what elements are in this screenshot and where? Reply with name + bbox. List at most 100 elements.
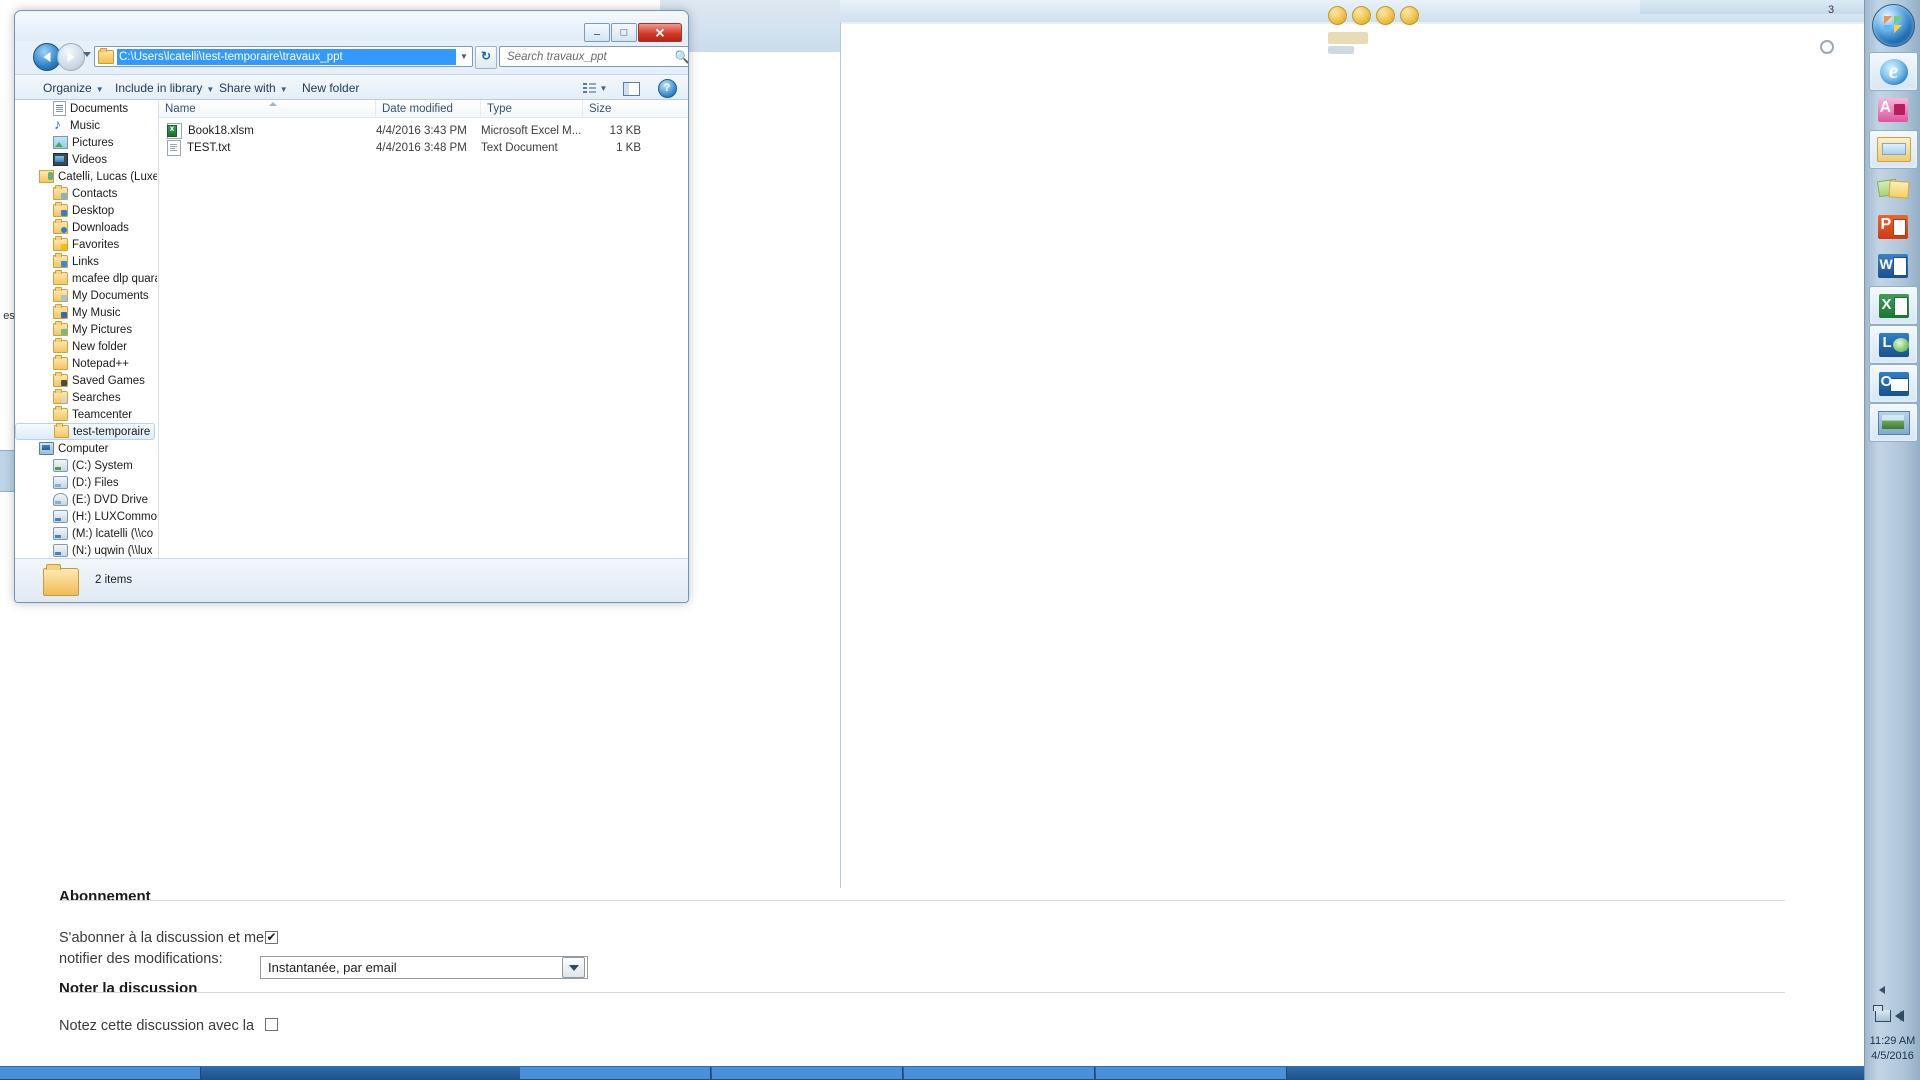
browser-tab-strip[interactable] bbox=[1640, 0, 1900, 14]
nav-tree-item[interactable]: Pictures bbox=[15, 134, 157, 151]
taskbar-button-outlook[interactable] bbox=[1869, 364, 1918, 403]
nav-tree-item[interactable]: Music bbox=[15, 116, 157, 134]
nav-tree-item[interactable]: My Music bbox=[15, 304, 157, 321]
windows-taskbar[interactable]: 11:29 AM 4/5/2016 bbox=[1864, 0, 1920, 1080]
my-music-folder-icon bbox=[53, 304, 68, 319]
computer-icon bbox=[39, 442, 54, 455]
nav-tree-item[interactable]: (D:) Files bbox=[15, 474, 157, 491]
gear-icon[interactable] bbox=[1820, 40, 1834, 54]
nav-tree-item[interactable]: Computer bbox=[15, 440, 157, 457]
nav-tree-item[interactable]: New folder bbox=[15, 338, 157, 355]
include-in-library-button[interactable]: Include in library ▼ bbox=[109, 79, 220, 97]
nav-tree-item[interactable]: My Documents bbox=[15, 287, 157, 304]
nav-tree-item[interactable]: My Pictures bbox=[15, 321, 157, 338]
excel-icon bbox=[1878, 293, 1909, 318]
file-name-cell: TEST.txt bbox=[167, 139, 230, 157]
item-count-label: 2 items bbox=[95, 574, 133, 586]
nav-tree-item[interactable]: Desktop bbox=[15, 202, 157, 219]
nav-tree-item[interactable]: (N:) uqwin (\\lux bbox=[15, 542, 157, 558]
column-header-type[interactable]: Type bbox=[481, 100, 583, 118]
search-icon: 🔍 bbox=[674, 49, 689, 64]
address-chevron-down-icon[interactable]: ▼ bbox=[456, 52, 472, 61]
explorer-title-bar[interactable]: – □ ✕ bbox=[15, 11, 688, 42]
photo-viewer-icon bbox=[1877, 410, 1910, 435]
taskbar-button-powerpoint[interactable] bbox=[1869, 208, 1916, 245]
notification-frequency-select[interactable]: Instantanée, par email bbox=[260, 956, 588, 979]
network-icon[interactable] bbox=[1873, 1005, 1891, 1022]
share-with-button[interactable]: Share with ▼ bbox=[213, 79, 294, 97]
close-button[interactable]: ✕ bbox=[638, 23, 682, 42]
clock[interactable]: 11:29 AM 4/5/2016 bbox=[1865, 1034, 1920, 1064]
chevron-down-icon: ▼ bbox=[95, 85, 104, 94]
nav-tree-item[interactable]: (M:) lcatelli (\\co bbox=[15, 525, 157, 542]
show-hidden-icons-button[interactable] bbox=[1879, 986, 1885, 994]
help-button[interactable]: ? bbox=[652, 78, 682, 99]
nav-tree-item[interactable]: Videos bbox=[15, 151, 157, 168]
nav-tree-item-label: Links bbox=[72, 255, 99, 268]
pictures-icon bbox=[53, 136, 68, 149]
nav-tree-item[interactable]: (H:) LUXCommon bbox=[15, 508, 157, 525]
nav-tree-item[interactable]: Catelli, Lucas (Luxe bbox=[15, 168, 157, 185]
nav-tree-item-label: (N:) uqwin (\\lux bbox=[72, 544, 153, 557]
browser-page-content bbox=[845, 24, 1900, 880]
forward-button[interactable] bbox=[57, 43, 85, 71]
file-name-cell: Book18.xlsm bbox=[167, 122, 254, 140]
music-icon bbox=[53, 116, 66, 132]
preview-pane-button[interactable] bbox=[616, 78, 646, 99]
organize-button[interactable]: Organize ▼ bbox=[37, 79, 110, 97]
taskbar-button-photo-viewer[interactable] bbox=[1869, 403, 1918, 442]
nav-tree-item[interactable]: Downloads bbox=[15, 219, 157, 236]
nav-tree-item[interactable]: Documents bbox=[15, 100, 157, 117]
file-name-label: Book18.xlsm bbox=[188, 125, 254, 137]
taskbar-button-word[interactable] bbox=[1869, 247, 1916, 284]
nav-tree-item[interactable]: Saved Games bbox=[15, 372, 157, 389]
address-bar[interactable]: C:\Users\lcatelli\test-temporaire\travau… bbox=[94, 46, 473, 67]
folder-icon bbox=[53, 338, 68, 353]
nav-tree-item[interactable]: mcafee dlp quara bbox=[15, 270, 157, 287]
taskbar-button-windows-explorer[interactable] bbox=[1869, 130, 1918, 169]
table-row[interactable]: Book18.xlsm 4/4/2016 3:43 PM Microsoft Exc… bbox=[159, 122, 688, 140]
start-button[interactable] bbox=[1872, 4, 1915, 47]
maximize-button[interactable]: □ bbox=[611, 23, 637, 42]
nav-tree-item-label: mcafee dlp quara bbox=[72, 272, 157, 285]
nav-tree-item[interactable]: (C:) System bbox=[15, 457, 157, 474]
taskbar-button-internet-explorer[interactable] bbox=[1869, 52, 1918, 91]
change-view-button[interactable]: ▼ bbox=[580, 78, 610, 99]
table-row[interactable]: TEST.txt 4/4/2016 3:48 PM Text Document 1 K… bbox=[159, 139, 688, 157]
nav-tree-item[interactable]: Teamcenter bbox=[15, 406, 157, 423]
divider bbox=[59, 992, 1785, 993]
new-folder-button[interactable]: New folder bbox=[296, 79, 365, 97]
nav-tree-item[interactable]: Searches bbox=[15, 389, 157, 406]
windows-explorer-window[interactable]: – □ ✕ C:\Users\lcatelli\test-temporaire\… bbox=[14, 10, 689, 603]
refresh-button[interactable]: ↻ bbox=[475, 46, 497, 69]
rate-checkbox[interactable] bbox=[265, 1018, 278, 1031]
search-input[interactable]: Search travaux_ppt bbox=[500, 51, 671, 63]
nav-tree-item-label: (C:) System bbox=[72, 459, 133, 472]
bottom-taskbar-strip[interactable] bbox=[0, 1066, 1865, 1080]
column-header-size[interactable]: Size bbox=[583, 100, 655, 118]
nav-tree-item-label: Catelli, Lucas (Luxe bbox=[58, 170, 157, 183]
column-header-name[interactable]: Name bbox=[159, 100, 376, 118]
taskbar-button-sticky-notes[interactable] bbox=[1869, 169, 1916, 206]
nav-tree-item[interactable]: test-temporaire bbox=[15, 423, 155, 440]
search-box[interactable]: Search travaux_ppt 🔍 bbox=[499, 46, 689, 67]
subscribe-checkbox[interactable] bbox=[265, 929, 278, 945]
file-list-pane[interactable]: Name Date modified Type Size Book18.xlsm… bbox=[158, 100, 688, 558]
chevron-down-icon[interactable] bbox=[562, 957, 585, 978]
nav-tree-item[interactable]: Notepad++ bbox=[15, 355, 157, 372]
nav-tree-item[interactable]: Favorites bbox=[15, 236, 157, 253]
address-bar-text[interactable]: C:\Users\lcatelli\test-temporaire\travau… bbox=[117, 48, 456, 65]
nav-tree-item[interactable]: Contacts bbox=[15, 185, 157, 202]
powerpoint-icon bbox=[1877, 214, 1908, 239]
taskbar-button-microsoft-access[interactable] bbox=[1869, 91, 1916, 128]
volume-icon[interactable] bbox=[1895, 1010, 1904, 1022]
nav-tree-item-label: Downloads bbox=[72, 221, 129, 234]
nav-tree-item[interactable]: (E:) DVD Drive bbox=[15, 491, 157, 508]
navigation-pane[interactable]: Documents Music Pictures Videos Catelli, Luc… bbox=[15, 100, 157, 558]
minimize-button[interactable]: – bbox=[584, 23, 610, 42]
taskbar-button-excel[interactable] bbox=[1869, 286, 1918, 325]
taskbar-button-lync[interactable] bbox=[1869, 325, 1918, 364]
nav-tree-item[interactable]: Links bbox=[15, 253, 157, 270]
column-header-date-modified[interactable]: Date modified bbox=[376, 100, 481, 118]
recent-pages-chevron-down-icon[interactable] bbox=[83, 52, 91, 57]
